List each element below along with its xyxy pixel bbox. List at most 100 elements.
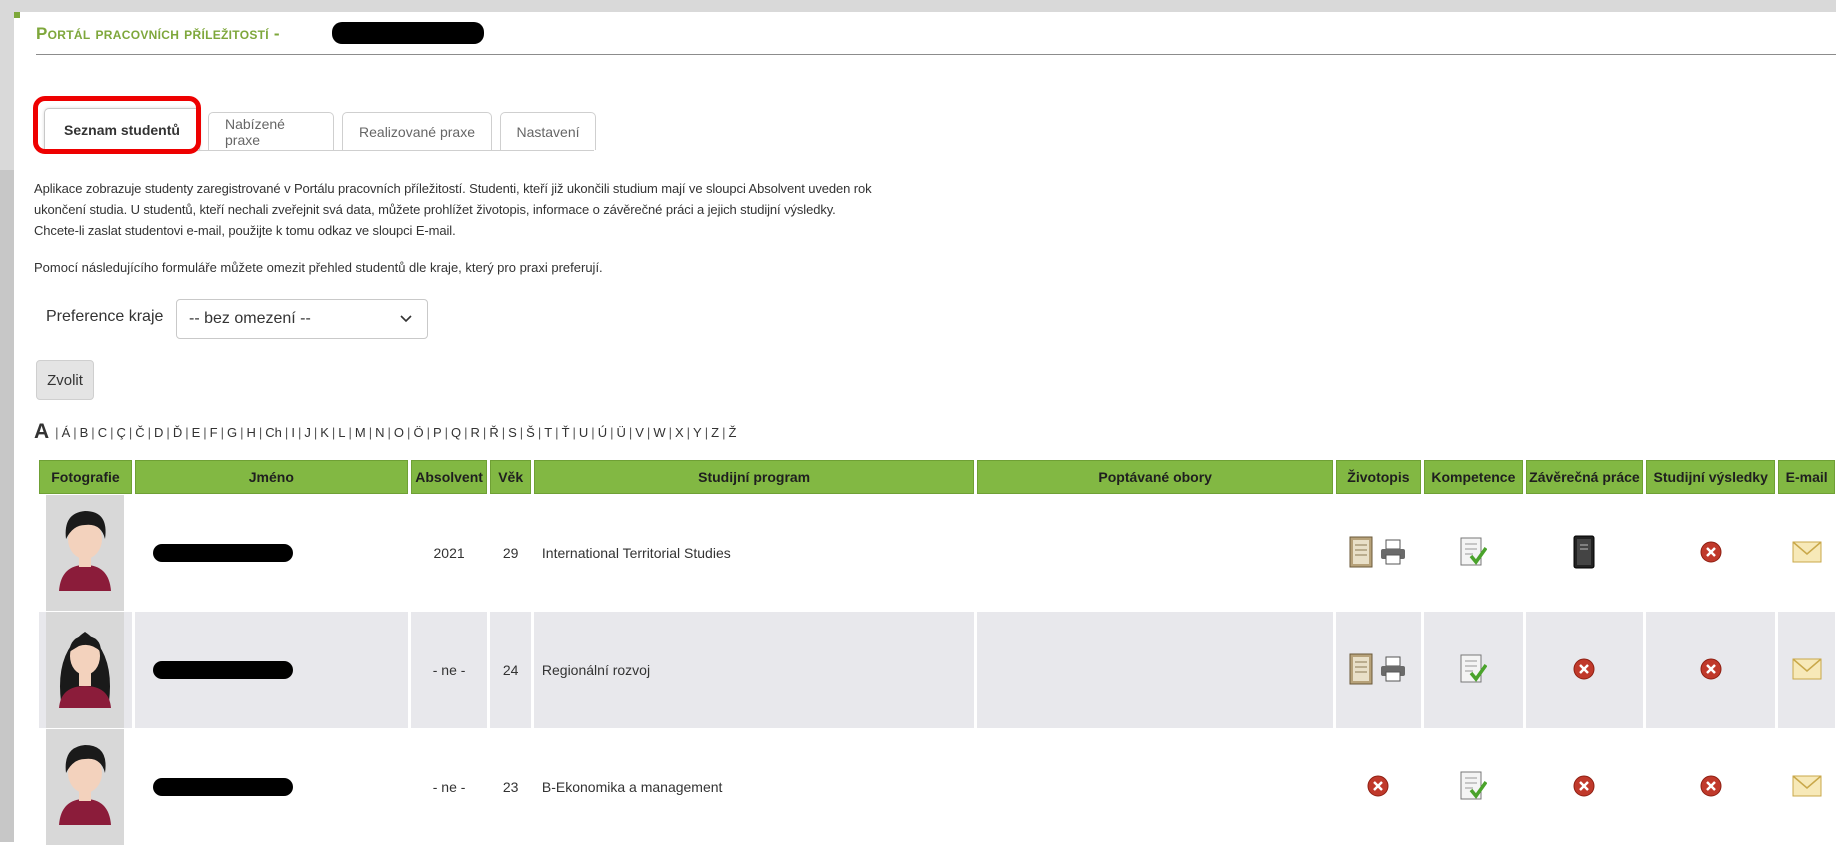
cell-cv	[1335, 728, 1421, 845]
alphabet-letter-link[interactable]: T	[544, 425, 552, 440]
alphabet-letter-link[interactable]: O	[394, 425, 404, 440]
unavailable-icon	[1700, 658, 1722, 679]
alphabet-letter-link[interactable]: Á	[62, 425, 71, 440]
email-envelope-icon[interactable]	[1792, 774, 1822, 798]
cell-name	[134, 611, 408, 728]
cell-absolvent: 2021	[410, 494, 488, 611]
alphabet-letter-link[interactable]: Q	[451, 425, 461, 440]
print-icon[interactable]	[1379, 655, 1407, 683]
column-header: E-mail	[1778, 460, 1835, 494]
alphabet-separator: |	[73, 424, 77, 440]
alphabet-letter-link[interactable]: Ö	[413, 425, 423, 440]
email-envelope-icon[interactable]	[1792, 540, 1822, 564]
alphabet-separator: |	[464, 424, 468, 440]
alphabet-letter-link[interactable]: Z	[711, 425, 719, 440]
alphabet-letter-link[interactable]: N	[375, 425, 384, 440]
alphabet-separator: |	[572, 424, 576, 440]
column-header: Závěrečná práce	[1525, 460, 1644, 494]
alphabet-letter-link[interactable]: D	[154, 425, 163, 440]
alphabet-letter-link[interactable]: Ü	[616, 425, 625, 440]
alphabet-letter-link[interactable]: I	[291, 425, 295, 440]
tab-realizovane-praxe[interactable]: Realizované praxe	[342, 112, 492, 150]
table-row: - ne -23 B-Ekonomika a management	[39, 728, 1835, 845]
cell-age: 24	[490, 611, 531, 728]
alphabet-separator: |	[722, 424, 726, 440]
alphabet-letter-link[interactable]: V	[635, 425, 644, 440]
alphabet-separator: |	[444, 424, 449, 440]
alphabet-letter-link[interactable]: G	[227, 425, 237, 440]
alphabet-letter-link[interactable]: U	[579, 425, 588, 440]
avatar-icon	[59, 745, 112, 825]
alphabet-separator: |	[407, 424, 411, 440]
thesis-book-icon[interactable]	[1573, 535, 1595, 569]
alphabet-separator: |	[555, 424, 559, 440]
filter-note: Pomocí následujícího formuláře můžete om…	[34, 260, 603, 275]
alphabet-letter-link[interactable]: Ch	[265, 425, 282, 440]
competence-checklist-icon[interactable]	[1459, 653, 1488, 685]
cell-results	[1646, 494, 1776, 611]
alphabet-separator: |	[110, 424, 114, 440]
alphabet-letter-link[interactable]: E	[192, 425, 201, 440]
email-envelope-icon[interactable]	[1792, 657, 1822, 681]
alphabet-letter-link[interactable]: Č	[135, 425, 144, 440]
alphabet-letter-link[interactable]: Y	[693, 425, 702, 440]
alphabet-separator: |	[297, 424, 302, 440]
tab-seznam-studentu[interactable]: Seznam studentů	[44, 108, 200, 150]
cell-name	[134, 494, 408, 611]
student-photo	[46, 495, 125, 611]
alphabet-letter-link[interactable]: A	[34, 420, 49, 444]
cell-poptavane-obory	[977, 728, 1333, 845]
submit-filter-button[interactable]: Zvolit	[36, 360, 94, 400]
print-icon[interactable]	[1379, 538, 1407, 566]
table-row: - ne -24 Regionální rozvoj	[39, 611, 1835, 728]
students-table: Fotografie Jméno Absolvent Věk Studijní …	[36, 460, 1836, 845]
alphabet-letter-link[interactable]: P	[433, 425, 442, 440]
alphabet-separator: |	[147, 424, 152, 440]
cv-actions	[1349, 536, 1407, 568]
alphabet-letter-link[interactable]: J	[304, 425, 311, 440]
cell-results	[1646, 728, 1776, 845]
panel-corner-mark	[14, 12, 20, 18]
alphabet-letter-link[interactable]: K	[320, 425, 329, 440]
alphabet-separator: |	[426, 424, 430, 440]
alphabet-letter-link[interactable]: F	[210, 425, 218, 440]
alphabet-letter-link[interactable]: Š	[526, 425, 535, 440]
column-header: Studijní výsledky	[1646, 460, 1776, 494]
alphabet-letter-link[interactable]: Ř	[489, 425, 498, 440]
competence-checklist-icon[interactable]	[1459, 536, 1488, 568]
alphabet-letter-link[interactable]: R	[471, 425, 480, 440]
column-header: Jméno	[134, 460, 408, 494]
alphabet-letter-link[interactable]: B	[80, 425, 89, 440]
cell-photo	[39, 728, 132, 845]
tab-nastaveni[interactable]: Nastavení	[500, 112, 596, 150]
cell-competence	[1423, 494, 1523, 611]
alphabet-separator: |	[240, 424, 244, 440]
alphabet-separator: |	[668, 424, 672, 440]
alphabet-letter-link[interactable]: M	[355, 425, 366, 440]
alphabet-letter-link[interactable]: W	[653, 425, 665, 440]
cv-document-icon[interactable]	[1349, 653, 1373, 685]
competence-checklist-icon[interactable]	[1459, 770, 1488, 802]
alphabet-letter-link[interactable]: Ť	[562, 425, 570, 440]
alphabet-letter-link[interactable]: L	[338, 425, 345, 440]
cv-document-icon[interactable]	[1349, 536, 1373, 568]
cell-absolvent: - ne -	[410, 728, 488, 845]
region-select[interactable]: -- bez omezení --	[176, 299, 428, 339]
alphabet-letter-link[interactable]: X	[675, 425, 684, 440]
cv-actions	[1349, 653, 1407, 685]
alphabet-letter-link[interactable]: S	[508, 425, 517, 440]
alphabet-letter-link[interactable]: C	[98, 425, 107, 440]
alphabet-letter-link[interactable]: Ď	[173, 425, 182, 440]
cell-photo	[39, 494, 132, 611]
alphabet-letter-link[interactable]: H	[247, 425, 256, 440]
alphabet-letter-link[interactable]: Ú	[598, 425, 607, 440]
tab-bar-underline	[44, 150, 594, 151]
alphabet-separator: |	[128, 424, 133, 440]
unavailable-icon	[1367, 775, 1389, 796]
tab-nabizene-praxe[interactable]: Nabízené praxe	[208, 112, 334, 150]
cell-program: International Territorial Studies	[533, 494, 975, 611]
redacted-student-name	[152, 778, 293, 796]
alphabet-letter-link[interactable]: Ç	[116, 425, 125, 440]
alphabet-letter-link[interactable]: Ž	[728, 425, 736, 440]
cell-thesis	[1525, 494, 1644, 611]
